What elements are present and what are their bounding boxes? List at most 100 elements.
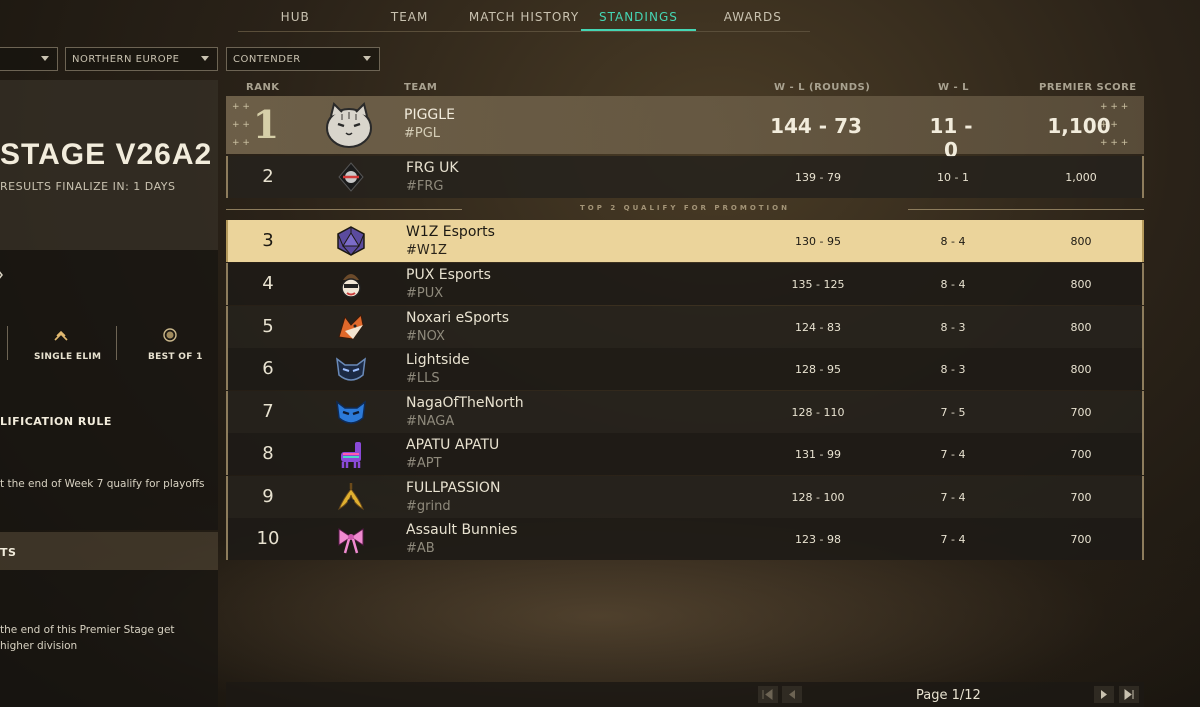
- division-value: CONTENDER: [233, 54, 301, 65]
- wl-record: 8 - 3: [940, 363, 966, 376]
- qualification-text: t the end of Week 7 qualify for playoffs: [0, 478, 205, 490]
- division-select[interactable]: CONTENDER: [226, 47, 380, 71]
- chevron-down-icon: [363, 56, 371, 61]
- wl-rounds: 128 - 100: [791, 491, 845, 504]
- team-name[interactable]: PIGGLE: [404, 107, 455, 123]
- header-wl: W - L: [938, 82, 970, 93]
- results-block: the end of this Premier Stage get higher…: [0, 570, 218, 707]
- stage-title: STAGE V26A2: [0, 138, 213, 171]
- first-page-button[interactable]: [758, 686, 778, 703]
- tab-hub[interactable]: HUB: [238, 0, 352, 31]
- wl-rounds: 128 - 110: [791, 406, 845, 419]
- team-name[interactable]: FULLPASSION: [406, 480, 500, 496]
- decor-plus: + +: [232, 120, 250, 130]
- divider-line: [908, 209, 1144, 210]
- top-nav: HUB TEAM MATCH HISTORY STANDINGS AWARDS: [238, 0, 810, 32]
- wl-rounds: 144 - 73: [770, 114, 862, 138]
- first-page-icon: [762, 689, 773, 700]
- prev-page-button[interactable]: [782, 686, 802, 703]
- table-row[interactable]: 6 Lightside #LLS 128 - 95 8 - 3 800: [226, 348, 1144, 390]
- blue-mask-icon: [336, 400, 366, 424]
- rank-number: 3: [262, 230, 274, 251]
- team-name[interactable]: NagaOfTheNorth: [406, 395, 524, 411]
- table-header: RANK TEAM W - L (ROUNDS) W - L PREMIER S…: [226, 78, 1144, 96]
- team-name[interactable]: FRG UK: [406, 160, 459, 176]
- page-indicator: Page 1/12: [916, 688, 981, 703]
- results-text-line2: higher division: [0, 640, 78, 652]
- team-name[interactable]: Lightside: [406, 352, 470, 368]
- team-name[interactable]: W1Z Esports: [406, 224, 495, 240]
- team-tag: #APT: [406, 456, 442, 471]
- wl-record: 7 - 4: [940, 491, 966, 504]
- decor-plus: + + +: [1100, 138, 1129, 148]
- llama-icon: [341, 442, 361, 468]
- last-page-icon: [1124, 689, 1134, 700]
- premier-score: 700: [1070, 406, 1092, 419]
- mask-icon: [336, 357, 366, 381]
- tab-standings[interactable]: STANDINGS: [581, 0, 696, 31]
- rank-number: 9: [262, 486, 274, 507]
- decor-plus: + +: [232, 138, 250, 148]
- team-name[interactable]: Noxari eSports: [406, 310, 509, 326]
- tab-team[interactable]: TEAM: [352, 0, 466, 31]
- premier-score: 800: [1070, 235, 1092, 248]
- header-premier-score: PREMIER SCORE: [1039, 82, 1137, 93]
- wl-rounds: 135 - 125: [791, 278, 845, 291]
- wl-record: 7 - 4: [940, 533, 966, 546]
- table-row[interactable]: 8 APATU APATU #APT 131 - 99 7 - 4 700: [226, 433, 1144, 475]
- tab-match-history[interactable]: MATCH HISTORY: [467, 0, 581, 31]
- table-row[interactable]: 7 NagaOfTheNorth #NAGA 128 - 110 7 - 5 7…: [226, 391, 1144, 433]
- results-text-line1: the end of this Premier Stage get: [0, 624, 175, 636]
- rank-number: 8: [262, 443, 274, 464]
- season-select[interactable]: [0, 47, 58, 71]
- bow-icon: [338, 528, 364, 554]
- single-elim-icon: [54, 330, 68, 341]
- next-page-button[interactable]: [1094, 686, 1114, 703]
- table-row[interactable]: 4 PUX Esports #PUX 135 - 125 8 - 4 800: [226, 263, 1144, 305]
- table-row[interactable]: 9 FULLPASSION #grind 128 - 100 7 - 4 700: [226, 476, 1144, 518]
- results-header-block: TS: [0, 532, 218, 570]
- team-tag: #AB: [406, 541, 435, 556]
- wl-rounds: 130 - 95: [795, 235, 841, 248]
- pux-icon: [341, 274, 361, 298]
- decor-plus: + +: [232, 102, 250, 112]
- rank-number: 10: [256, 528, 280, 549]
- team-name[interactable]: APATU APATU: [406, 437, 499, 453]
- team-name[interactable]: PUX Esports: [406, 267, 491, 283]
- premier-score: 1,000: [1065, 171, 1097, 184]
- stage-info-panel: STAGE V26A2 RESULTS FINALIZE IN: 1 DAYS …: [0, 80, 218, 707]
- table-row[interactable]: 2 FRG UK #FRG 139 - 79 10 - 1 1,000: [226, 156, 1144, 198]
- rank-number: 4: [262, 273, 274, 294]
- team-tag: #NAGA: [406, 414, 455, 429]
- best-of-icon: [163, 328, 177, 342]
- chevron-down-icon: [201, 56, 209, 61]
- region-select[interactable]: NORTHERN EUROPE: [65, 47, 218, 71]
- table-row-highlighted[interactable]: 3 W1Z Esports #W1Z 130 - 95 8 - 4 800: [226, 220, 1144, 262]
- team-tag: #NOX: [406, 329, 445, 344]
- single-elim-label: SINGLE ELIM: [34, 352, 102, 362]
- qualification-block: LIFICATION RULE t the end of Week 7 qual…: [0, 390, 218, 530]
- finalize-countdown: RESULTS FINALIZE IN: 1 DAYS: [0, 180, 176, 193]
- wl-record: 8 - 4: [940, 235, 966, 248]
- divider: [7, 326, 8, 360]
- tab-awards[interactable]: AWARDS: [696, 0, 810, 31]
- table-row[interactable]: 10 Assault Bunnies #AB 123 - 98 7 - 4 70…: [226, 518, 1144, 560]
- frg-icon: [338, 162, 364, 192]
- header-rank: RANK: [246, 82, 280, 93]
- last-page-button[interactable]: [1119, 686, 1139, 703]
- banana-icon: [337, 483, 365, 511]
- wl-rounds: 131 - 99: [795, 448, 841, 461]
- team-name[interactable]: Assault Bunnies: [406, 522, 517, 538]
- stage-card: STAGE V26A2 RESULTS FINALIZE IN: 1 DAYS: [0, 80, 218, 250]
- rank-number: 7: [262, 401, 274, 422]
- team-tag: #PUX: [406, 286, 444, 301]
- format-block: SINGLE ELIM BEST OF 1: [0, 250, 218, 390]
- table-row[interactable]: 5 Noxari eSports #NOX 124 - 83 8 - 3 800: [226, 306, 1144, 348]
- team-tag: #LLS: [406, 371, 440, 386]
- team-tag: #grind: [406, 499, 451, 514]
- decor-plus: + + +: [1100, 102, 1129, 112]
- table-row[interactable]: + + + + + + + + + + + + + + 1 PIGGLE #PG…: [226, 96, 1144, 162]
- team-tag: #W1Z: [406, 243, 447, 258]
- header-wl-rounds: W - L (ROUNDS): [774, 82, 871, 93]
- best-of-label: BEST OF 1: [148, 352, 203, 362]
